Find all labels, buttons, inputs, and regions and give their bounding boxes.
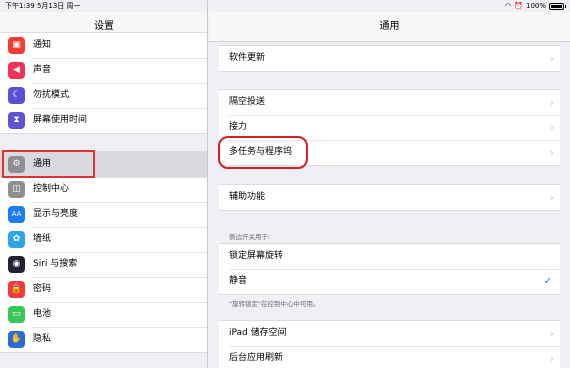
battery-icon: ▭ <box>8 306 25 323</box>
alarm-icon: ⏰ <box>514 2 523 10</box>
settings-row[interactable]: iPad 储存空间 › <box>219 321 560 346</box>
sidebar-item[interactable]: ◫ 控制中心 <box>0 177 207 202</box>
sidebar-item[interactable]: 🔒 密码 <box>0 277 207 302</box>
side-switch-group: 锁定屏幕旋转 静音 ✓ <box>219 243 560 295</box>
side-switch-header: 侧边开关用于: <box>229 233 271 241</box>
battery-percent: 100% <box>525 2 546 10</box>
status-bar: 下午1:39 5月13日 周一 ◠ ⏰ 100% <box>0 0 570 12</box>
sidebar-group-2: ⚙ 通用 ◫ 控制中心 AA 显示与亮度 ✿ 墙纸 ◉ Siri 与搜索 🔒 密码 ▭ 电池 ✋ 隐私 <box>0 151 207 353</box>
chevron-right-icon: › <box>549 146 554 159</box>
settings-row[interactable]: 锁定屏幕旋转 <box>219 244 560 269</box>
sidebar-item-label: 显示与亮度 <box>33 209 79 219</box>
settings-row-label: 锁定屏幕旋转 <box>229 251 284 261</box>
notifications-icon: ▣ <box>8 37 25 54</box>
settings-row[interactable]: 软件更新 › <box>219 46 560 71</box>
sidebar-item-label: 控制中心 <box>33 184 70 194</box>
chevron-right-icon: › <box>549 52 554 65</box>
multitasking-highlight <box>218 136 308 169</box>
status-right: ◠ ⏰ 100% <box>505 0 566 12</box>
side-switch-footer: "旋转锁定"在控制中心中可用。 <box>229 300 320 308</box>
hand-icon: ✋ <box>8 331 25 348</box>
checkmark-icon: ✓ <box>543 276 552 287</box>
sidebar-item-label: 勿扰模式 <box>33 90 70 100</box>
wifi-icon: ◠ <box>505 2 512 10</box>
sidebar-item[interactable]: ✋ 隐私 <box>0 327 207 352</box>
accessibility-group: 辅助功能 › <box>219 184 560 211</box>
sidebar-item[interactable]: ☾ 勿扰模式 <box>0 83 207 108</box>
siri-icon: ◉ <box>8 256 25 273</box>
sidebar-item[interactable]: ✿ 墙纸 <box>0 227 207 252</box>
sidebar-item-label: Siri 与搜索 <box>33 259 78 269</box>
control-center-icon: ◫ <box>8 181 25 198</box>
sidebar-group-1: ▣ 通知 ◀ 声音 ☾ 勿扰模式 ⧗ 屏幕使用时间 <box>0 32 207 134</box>
sidebar-item-label: 墙纸 <box>33 234 52 244</box>
sound-icon: ◀ <box>8 62 25 79</box>
sidebar-item[interactable]: ▣ 通知 <box>0 33 207 58</box>
settings-row-label: 辅助功能 <box>229 192 266 202</box>
settings-row-label: 静音 <box>229 276 248 286</box>
settings-row[interactable]: 静音 ✓ <box>219 269 560 294</box>
moon-icon: ☾ <box>8 87 25 104</box>
settings-row-label: 后台应用刷新 <box>229 353 284 363</box>
sidebar-item[interactable]: AA 显示与亮度 <box>0 202 207 227</box>
sidebar-item-label: 声音 <box>33 65 52 75</box>
settings-row-label: 隔空投送 <box>229 97 266 107</box>
lock-icon: 🔒 <box>8 281 25 298</box>
battery-icon <box>549 2 564 10</box>
chevron-right-icon: › <box>549 191 554 204</box>
detail-title: 通用 <box>209 12 570 42</box>
settings-row-label: iPad 储存空间 <box>229 328 287 338</box>
sidebar-item[interactable]: ◉ Siri 与搜索 <box>0 252 207 277</box>
display-icon: AA <box>8 206 25 223</box>
settings-sidebar: 设置 ▣ 通知 ◀ 声音 ☾ 勿扰模式 ⧗ 屏幕使用时间 ⚙ 通用 ◫ 控制中心 AA 显示与亮度 ✿ 墙纸… <box>0 0 208 368</box>
software-group: 软件更新 › <box>219 45 560 72</box>
chevron-right-icon: › <box>549 327 554 340</box>
sidebar-item-label: 通知 <box>33 40 52 50</box>
chevron-right-icon: › <box>549 96 554 109</box>
chevron-right-icon: › <box>549 121 554 134</box>
settings-row[interactable]: 后台应用刷新 › <box>219 346 560 368</box>
selection-highlight <box>2 150 95 178</box>
status-time-date: 下午1:39 5月13日 周一 <box>5 2 81 10</box>
sidebar-item-label: 屏幕使用时间 <box>33 115 88 125</box>
hourglass-icon: ⧗ <box>8 112 25 129</box>
sidebar-item-label: 隐私 <box>33 334 52 344</box>
sidebar-item[interactable]: ◀ 声音 <box>0 58 207 83</box>
sidebar-item[interactable]: ⧗ 屏幕使用时间 <box>0 108 207 133</box>
settings-row[interactable]: 辅助功能 › <box>219 185 560 210</box>
chevron-right-icon: › <box>549 352 554 365</box>
sidebar-item[interactable]: ▭ 电池 <box>0 302 207 327</box>
wallpaper-icon: ✿ <box>8 231 25 248</box>
storage-group: iPad 储存空间 › 后台应用刷新 › <box>219 320 560 368</box>
general-detail-pane: 通用 软件更新 › 隔空投送 › 接力 › 多任务与程序坞 › 辅助功能 › 侧边开关用于: … <box>209 0 570 368</box>
sidebar-item-label: 电池 <box>33 309 52 319</box>
sidebar-item-label: 密码 <box>33 284 52 294</box>
settings-row[interactable]: 隔空投送 › <box>219 90 560 115</box>
settings-row-label: 软件更新 <box>229 53 266 63</box>
